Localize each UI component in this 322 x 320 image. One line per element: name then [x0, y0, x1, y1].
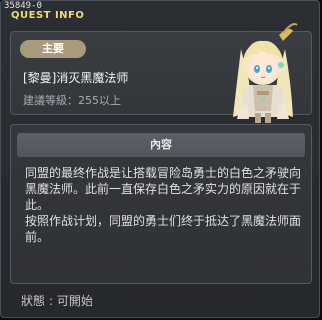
status-label: 狀態	[21, 294, 46, 308]
quest-info-window: 35849-0 QUEST INFO 主要 [黎曼]消灭黑魔法师 建議等級：25…	[0, 0, 320, 318]
quest-content-panel: 內容 同盟的最终作战是让搭载冒险岛勇士的白色之矛驶向黑魔法师。此前一直保存白色之…	[10, 124, 312, 284]
quest-level-requirement: 建議等級：255以上	[23, 94, 121, 107]
quest-description: 同盟的最终作战是让搭载冒险岛勇士的白色之矛驶向黑魔法师。此前一直保存白色之矛实力…	[25, 166, 302, 244]
window-title: QUEST INFO	[11, 10, 85, 21]
quest-name: [黎曼]消灭黑魔法师	[23, 71, 129, 85]
status-value: 可開始	[56, 294, 93, 308]
quest-status: 狀態: 可開始	[21, 292, 93, 309]
content-header: 內容	[17, 133, 305, 157]
npc-portrait-icon	[233, 23, 298, 123]
status-colon: :	[49, 294, 54, 308]
quest-type-badge: 主要	[20, 40, 86, 58]
